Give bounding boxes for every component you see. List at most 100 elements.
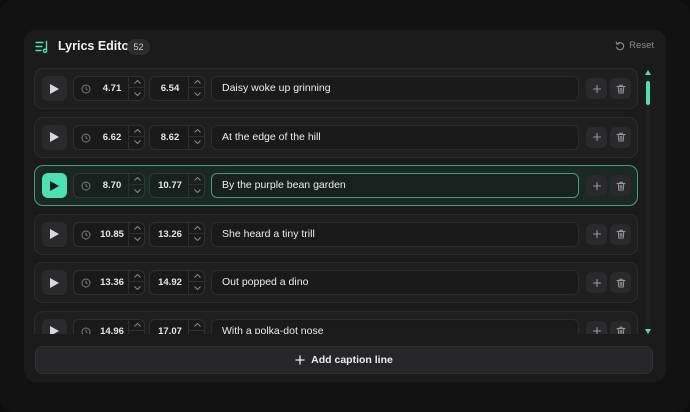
- lyric-text-input[interactable]: She heard a tiny trill: [211, 221, 579, 247]
- play-button[interactable]: [42, 124, 67, 150]
- start-time-field[interactable]: 10.85: [73, 221, 145, 247]
- end-time-field[interactable]: 6.54: [149, 76, 205, 101]
- end-time-stepper: [188, 174, 205, 197]
- play-button[interactable]: [42, 270, 67, 295]
- start-decrement-button[interactable]: [129, 282, 145, 293]
- insert-line-button[interactable]: [586, 126, 607, 148]
- end-increment-button[interactable]: [189, 271, 205, 282]
- insert-line-button[interactable]: [586, 78, 607, 99]
- end-time-value[interactable]: 14.92: [152, 277, 188, 288]
- start-decrement-button[interactable]: [129, 234, 145, 245]
- insert-line-button[interactable]: [586, 175, 607, 196]
- end-time-value[interactable]: 13.26: [152, 229, 188, 240]
- start-increment-button[interactable]: [129, 174, 145, 185]
- end-increment-button[interactable]: [189, 320, 205, 331]
- start-time-value[interactable]: 14.96: [98, 326, 126, 335]
- clock-icon: [81, 327, 91, 334]
- end-time-field[interactable]: 14.92: [149, 270, 205, 295]
- start-time-stepper: [128, 222, 145, 246]
- delete-line-button[interactable]: [610, 223, 631, 245]
- start-time-value[interactable]: 10.85: [98, 229, 126, 240]
- lyric-text-input[interactable]: With a polka-dot nose: [211, 318, 579, 334]
- insert-line-button[interactable]: [586, 223, 607, 245]
- lyric-text-input[interactable]: Daisy woke up grinning: [211, 76, 579, 101]
- scroll-up-arrow-icon[interactable]: [645, 70, 651, 75]
- trash-icon: [616, 181, 625, 190]
- start-time-value[interactable]: 4.71: [98, 83, 126, 94]
- lyrics-editor-panel: Lyrics Editor 52 Reset 4.71 6.54 Daisy w…: [24, 30, 666, 382]
- start-decrement-button[interactable]: [129, 88, 145, 99]
- reset-button[interactable]: Reset: [615, 40, 654, 51]
- start-time-field[interactable]: 8.70: [73, 173, 145, 198]
- end-time-value[interactable]: 8.62: [152, 132, 188, 143]
- start-time-field[interactable]: 13.36: [73, 270, 145, 295]
- delete-line-button[interactable]: [610, 175, 631, 196]
- add-caption-label: Add caption line: [311, 354, 393, 366]
- play-icon: [50, 326, 59, 334]
- start-decrement-button[interactable]: [129, 137, 145, 148]
- end-time-value[interactable]: 10.77: [152, 180, 188, 191]
- start-time-value[interactable]: 13.36: [98, 277, 126, 288]
- start-increment-button[interactable]: [129, 126, 145, 137]
- delete-line-button[interactable]: [610, 126, 631, 148]
- end-decrement-button[interactable]: [189, 88, 205, 99]
- start-time-value[interactable]: 8.70: [98, 180, 126, 191]
- start-decrement-button[interactable]: [129, 331, 145, 335]
- scroll-thumb[interactable]: [646, 81, 650, 105]
- start-time-stepper: [128, 125, 145, 149]
- line-count-badge: 52: [127, 39, 150, 55]
- add-caption-button[interactable]: Add caption line: [35, 346, 653, 374]
- play-button[interactable]: [42, 221, 67, 247]
- end-increment-button[interactable]: [189, 174, 205, 185]
- delete-line-button[interactable]: [610, 320, 631, 334]
- end-time-field[interactable]: 13.26: [149, 221, 205, 247]
- panel-header: Lyrics Editor 52 Reset: [24, 30, 666, 64]
- start-time-field[interactable]: 6.62: [73, 124, 145, 150]
- end-decrement-button[interactable]: [189, 234, 205, 245]
- trash-icon: [616, 229, 625, 239]
- lyric-text-input[interactable]: At the edge of the hill: [211, 124, 579, 150]
- play-button[interactable]: [42, 76, 67, 101]
- scroll-down-arrow-icon[interactable]: [645, 329, 651, 334]
- start-time-value[interactable]: 6.62: [98, 132, 126, 143]
- end-time-value[interactable]: 17.07: [152, 326, 188, 335]
- end-time-value[interactable]: 6.54: [152, 83, 188, 94]
- insert-line-button[interactable]: [586, 320, 607, 334]
- end-decrement-button[interactable]: [189, 282, 205, 293]
- start-time-field[interactable]: 4.71: [73, 76, 145, 101]
- chevron-down-icon: [193, 188, 201, 193]
- lyric-text-input[interactable]: By the purple bean garden: [211, 173, 579, 198]
- end-decrement-button[interactable]: [189, 185, 205, 196]
- scrollbar[interactable]: [644, 70, 652, 334]
- end-increment-button[interactable]: [189, 77, 205, 88]
- insert-line-button[interactable]: [586, 272, 607, 293]
- end-increment-button[interactable]: [189, 126, 205, 137]
- chevron-down-icon: [193, 237, 201, 241]
- delete-line-button[interactable]: [610, 272, 631, 293]
- chevron-down-icon: [193, 91, 201, 96]
- end-decrement-button[interactable]: [189, 331, 205, 335]
- delete-line-button[interactable]: [610, 78, 631, 99]
- end-time-field[interactable]: 8.62: [149, 124, 205, 150]
- play-button[interactable]: [42, 318, 67, 334]
- start-increment-button[interactable]: [129, 271, 145, 282]
- chevron-up-icon: [133, 80, 141, 84]
- start-increment-button[interactable]: [129, 77, 145, 88]
- end-decrement-button[interactable]: [189, 137, 205, 148]
- end-time-stepper: [188, 222, 205, 246]
- end-time-field[interactable]: 10.77: [149, 173, 205, 198]
- scroll-track[interactable]: [646, 77, 650, 327]
- start-time-stepper: [128, 319, 145, 335]
- start-increment-button[interactable]: [129, 223, 145, 234]
- start-decrement-button[interactable]: [129, 185, 145, 196]
- start-time-field[interactable]: 14.96: [73, 318, 145, 335]
- end-time-field[interactable]: 17.07: [149, 318, 205, 335]
- caption-list[interactable]: 4.71 6.54 Daisy woke up grinning 6.62 8.…: [34, 68, 640, 334]
- caption-row: 8.70 10.77 By the purple bean garden: [34, 165, 638, 206]
- plus-icon: [592, 132, 601, 142]
- lyric-text-input[interactable]: Out popped a dino: [211, 270, 579, 295]
- end-increment-button[interactable]: [189, 223, 205, 234]
- panel-title: Lyrics Editor: [58, 39, 134, 53]
- start-increment-button[interactable]: [129, 320, 145, 331]
- play-button[interactable]: [42, 173, 67, 198]
